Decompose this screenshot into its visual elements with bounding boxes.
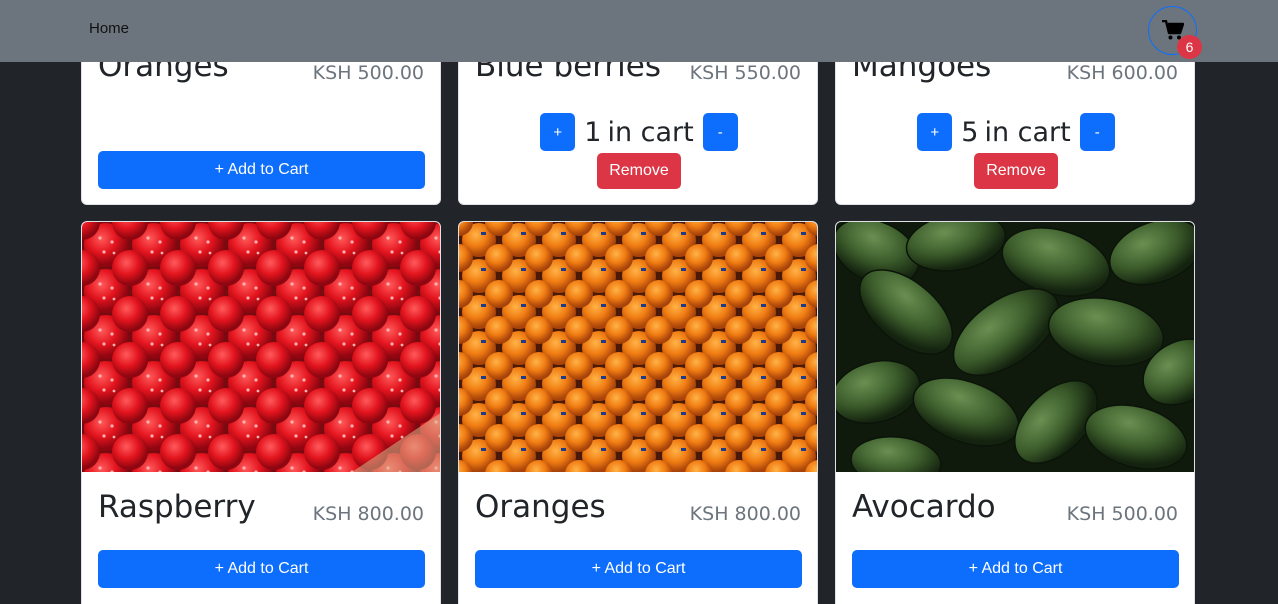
product-price: KSH 500.00 xyxy=(312,62,424,84)
product-title: Oranges xyxy=(475,489,606,525)
decrease-quantity-button[interactable]: - xyxy=(702,113,738,151)
decrease-quantity-button[interactable]: - xyxy=(1079,113,1115,151)
product-title: Raspberry xyxy=(98,489,256,525)
add-to-cart-button[interactable]: + Add to Cart xyxy=(852,550,1179,588)
product-price: KSH 800.00 xyxy=(312,503,424,525)
product-price: KSH 500.00 xyxy=(1066,503,1178,525)
quantity-controls: + 1 in cart - xyxy=(459,113,817,151)
quantity-label: in cart xyxy=(607,116,694,148)
navbar: Home 6 xyxy=(0,0,1278,62)
quantity-label: in cart xyxy=(984,116,1071,148)
nav-home-link[interactable]: Home xyxy=(89,20,129,37)
increase-quantity-button[interactable]: + xyxy=(540,113,576,151)
product-price: KSH 550.00 xyxy=(689,62,801,84)
product-title: Avocardo xyxy=(852,489,996,525)
remove-button[interactable]: Remove xyxy=(974,153,1058,189)
product-price: KSH 800.00 xyxy=(689,503,801,525)
quantity-value: 5 xyxy=(961,116,979,148)
product-price: KSH 600.00 xyxy=(1066,62,1178,84)
product-card-raspberry: Raspberry KSH 800.00 + Add to Cart xyxy=(81,221,441,604)
cart-quantity: 1 in cart xyxy=(584,117,693,148)
add-to-cart-button[interactable]: + Add to Cart xyxy=(98,550,425,588)
oranges-photo xyxy=(459,222,817,472)
quantity-controls: + 5 in cart - xyxy=(836,113,1194,151)
cart-quantity: 5 in cart xyxy=(961,117,1070,148)
add-to-cart-button[interactable]: + Add to Cart xyxy=(475,550,802,588)
remove-button[interactable]: Remove xyxy=(597,153,681,189)
product-card-oranges: Oranges KSH 800.00 + Add to Cart xyxy=(458,221,818,604)
add-to-cart-button[interactable]: + Add to Cart xyxy=(98,151,425,189)
avocado-photo xyxy=(836,222,1194,472)
raspberry-photo xyxy=(82,222,440,472)
quantity-value: 1 xyxy=(584,116,602,148)
increase-quantity-button[interactable]: + xyxy=(917,113,953,151)
cart-count-badge: 6 xyxy=(1177,35,1202,59)
product-card-avocado: Avocardo KSH 500.00 + Add to Cart xyxy=(835,221,1195,604)
